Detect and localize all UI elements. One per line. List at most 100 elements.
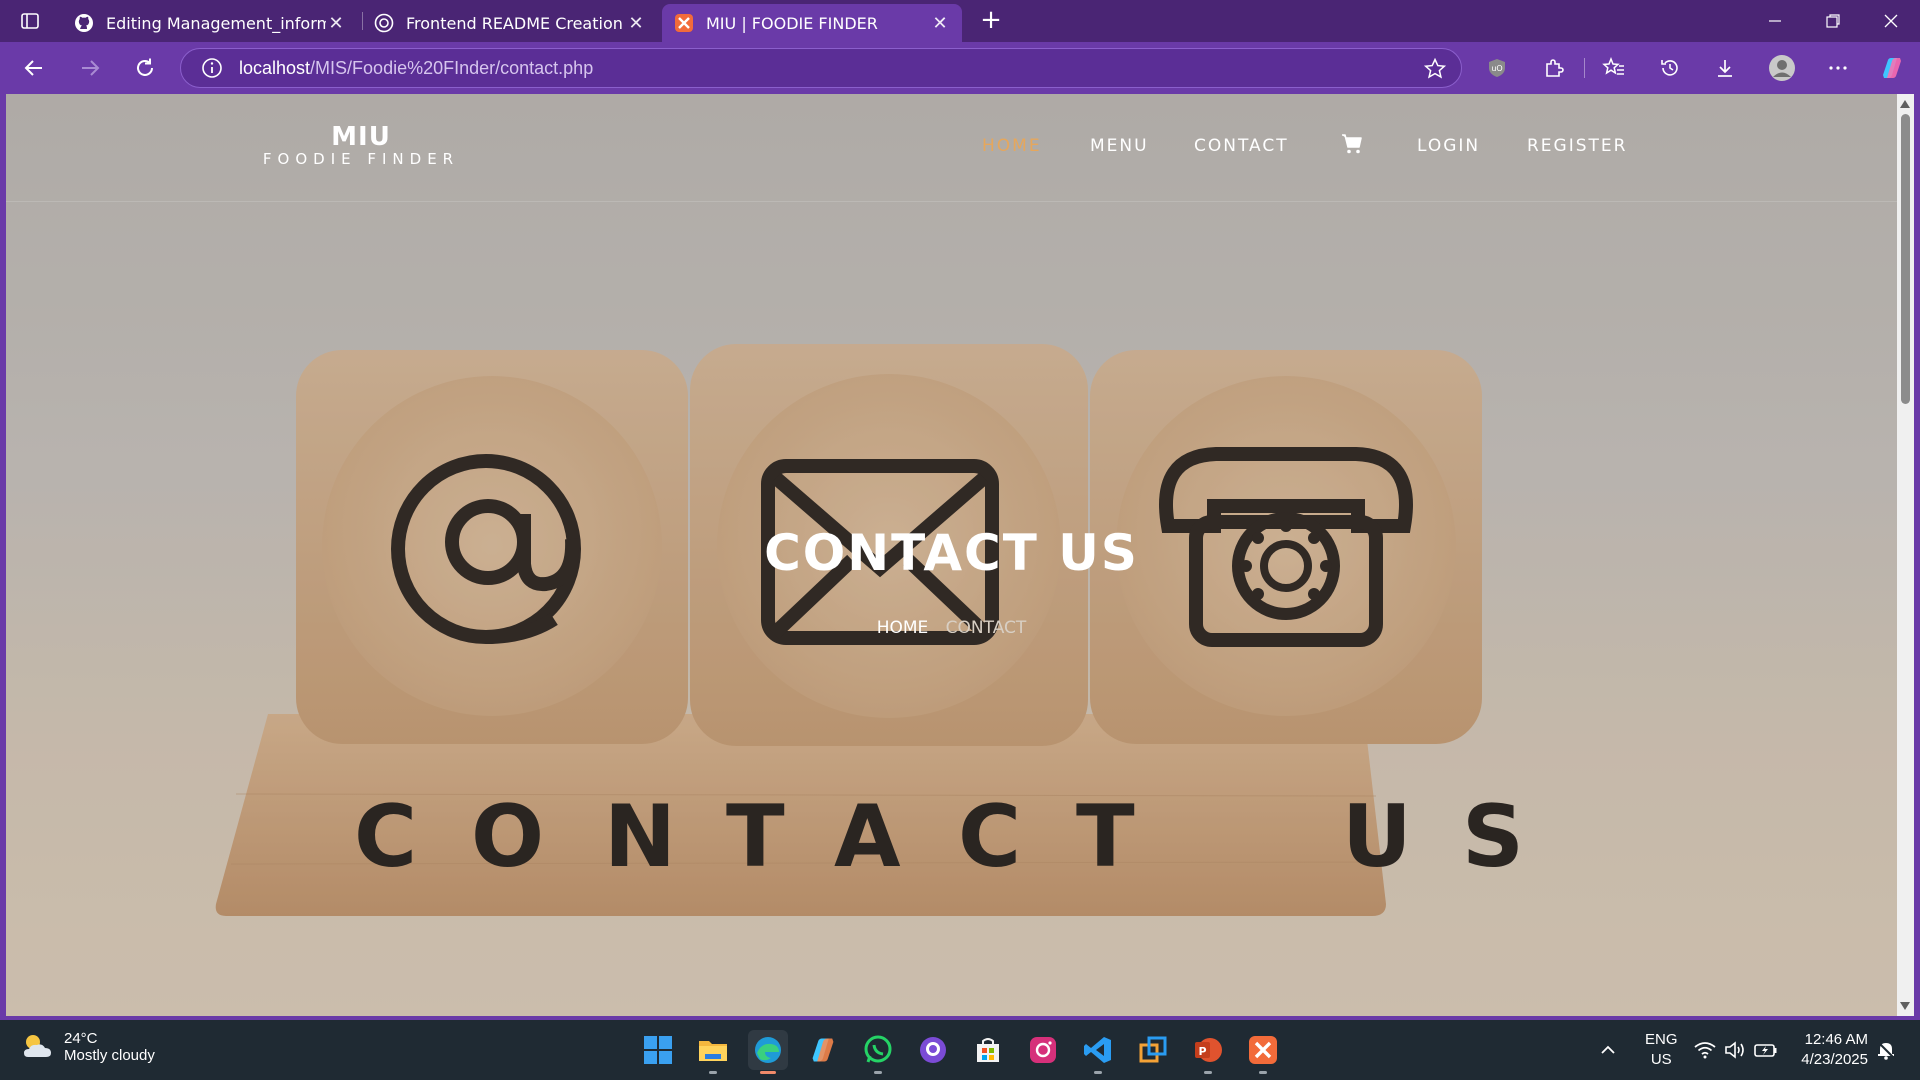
history-button[interactable]	[1656, 54, 1684, 82]
nav-menu-link[interactable]: MENU	[1090, 136, 1149, 156]
copilot-icon	[1883, 58, 1901, 78]
weather-temperature: 24°C	[64, 1030, 98, 1047]
taskbar-edge[interactable]	[748, 1030, 788, 1074]
page-title: CONTACT US	[764, 524, 1139, 582]
close-icon	[1884, 14, 1898, 28]
running-indicator	[1259, 1071, 1267, 1074]
settings-more-button[interactable]	[1824, 54, 1852, 82]
extensions-button[interactable]	[1540, 54, 1568, 82]
brand-title: MIU	[331, 122, 391, 152]
arrow-left-icon	[24, 60, 42, 76]
minimize-button[interactable]	[1746, 0, 1804, 42]
page-scrollbar[interactable]	[1897, 94, 1914, 1016]
running-indicator	[709, 1071, 717, 1074]
copilot-button[interactable]	[1878, 54, 1906, 82]
breadcrumb-home-link[interactable]: HOME	[877, 618, 929, 638]
input-language-indicator[interactable]: ENG US	[1645, 1030, 1678, 1070]
breadcrumb: HOME CONTACT	[6, 618, 1897, 638]
favorites-button[interactable]	[1600, 54, 1628, 82]
nav-contact-link[interactable]: CONTACT	[1194, 136, 1289, 156]
window-frame-right	[1914, 94, 1920, 1016]
scroll-up-arrow-icon[interactable]	[1900, 100, 1910, 108]
taskbar-whatsapp[interactable]	[858, 1030, 898, 1074]
tab-close-icon[interactable]: ✕	[626, 13, 646, 34]
copilot-icon	[812, 1038, 834, 1062]
taskbar-powerpoint[interactable]: P	[1188, 1030, 1228, 1074]
whatsapp-icon	[864, 1035, 892, 1063]
downloads-button[interactable]	[1711, 54, 1739, 82]
tab-label: Frontend README Creation	[406, 13, 623, 33]
new-tab-button[interactable]: +	[976, 6, 1006, 36]
url-path: /MIS/Foodie%20FInder/contact.php	[310, 57, 594, 78]
avatar-icon	[1769, 55, 1795, 81]
favorite-star-icon[interactable]	[1423, 57, 1447, 81]
scrollbar-thumb[interactable]	[1901, 114, 1910, 404]
taskbar-instagram[interactable]	[1023, 1030, 1063, 1070]
scroll-down-arrow-icon[interactable]	[1900, 1002, 1910, 1010]
taskbar-xampp[interactable]	[1243, 1030, 1283, 1074]
tab-actions-icon	[21, 13, 39, 29]
system-clock[interactable]: 12:46 AM 4/23/2025	[1801, 1030, 1868, 1070]
taskbar-github-desktop[interactable]	[913, 1030, 953, 1070]
remote-desktop-icon	[1139, 1036, 1167, 1063]
forward-button[interactable]	[74, 52, 106, 84]
tab-close-icon[interactable]: ✕	[930, 13, 950, 34]
clock-time: 12:46 AM	[1804, 1031, 1868, 1048]
notifications-button[interactable]	[1876, 1020, 1896, 1080]
taskbar-microsoft-store[interactable]	[968, 1030, 1008, 1070]
cart-button[interactable]	[1340, 132, 1364, 160]
running-indicator	[874, 1071, 882, 1074]
tab-label: MIU | FOODIE FINDER	[706, 13, 878, 33]
restore-button[interactable]	[1804, 0, 1862, 42]
refresh-button[interactable]	[129, 52, 161, 84]
shield-icon: uO	[1489, 59, 1505, 77]
breadcrumb-current: CONTACT	[945, 618, 1027, 638]
tab-label: Editing Management_information	[106, 13, 326, 33]
taskbar-remote-app[interactable]	[1133, 1030, 1173, 1070]
toolbar-divider	[1584, 58, 1585, 78]
nav-register-link[interactable]: REGISTER	[1527, 136, 1627, 156]
shopping-cart-icon	[1342, 134, 1362, 154]
clock-date: 4/23/2025	[1801, 1051, 1868, 1068]
weather-widget[interactable]: 24°C Mostly cloudy	[20, 1030, 155, 1064]
running-indicator	[1094, 1071, 1102, 1074]
taskbar-file-explorer[interactable]	[693, 1030, 733, 1074]
site-logo[interactable]: MIU FOODIE FINDER	[256, 124, 466, 168]
battery-charging-icon	[1754, 1044, 1777, 1057]
svg-text:uO: uO	[1491, 64, 1502, 73]
favorites-icon	[1602, 57, 1624, 75]
close-window-button[interactable]	[1862, 0, 1920, 42]
address-bar[interactable]: localhost/MIS/Foodie%20FInder/contact.ph…	[180, 48, 1462, 88]
battery-status[interactable]	[1754, 1020, 1778, 1080]
site-info-icon[interactable]	[201, 57, 223, 79]
profile-button[interactable]	[1768, 54, 1796, 82]
ublock-extension-button[interactable]: uO	[1483, 54, 1511, 82]
brand-subtitle: FOODIE FINDER	[262, 150, 460, 168]
speaker-icon	[1725, 1041, 1744, 1059]
history-icon	[1661, 60, 1678, 76]
nav-login-link[interactable]: LOGIN	[1417, 136, 1480, 156]
volume-control[interactable]	[1724, 1020, 1746, 1080]
start-button[interactable]	[638, 1030, 678, 1070]
tab-actions-button[interactable]	[12, 8, 48, 34]
xampp-icon	[1249, 1036, 1277, 1064]
tray-overflow-button[interactable]	[1600, 1020, 1616, 1080]
taskbar-copilot[interactable]	[803, 1030, 843, 1070]
running-indicator	[1204, 1071, 1212, 1074]
nav-home-link[interactable]: HOME	[982, 136, 1042, 156]
svg-text:P: P	[1198, 1045, 1206, 1058]
notification-bell-icon	[1878, 1042, 1894, 1060]
github-icon	[74, 13, 94, 33]
back-button[interactable]	[18, 52, 50, 84]
tab-editing-management[interactable]: Editing Management_information ✕	[62, 4, 358, 42]
restore-icon	[1826, 14, 1840, 28]
browser-toolbar: localhost/MIS/Foodie%20FInder/contact.ph…	[0, 42, 1920, 94]
tab-foodie-finder[interactable]: MIU | FOODIE FINDER ✕	[662, 4, 962, 42]
network-status[interactable]	[1694, 1020, 1716, 1080]
chatgpt-icon	[374, 13, 394, 33]
browser-tabstrip: Editing Management_information ✕ Fronten…	[0, 0, 1920, 42]
wifi-icon	[1694, 1042, 1716, 1059]
tab-close-icon[interactable]: ✕	[326, 13, 346, 34]
tab-frontend-readme[interactable]: Frontend README Creation ✕	[362, 4, 658, 42]
taskbar-vscode[interactable]	[1078, 1030, 1118, 1074]
